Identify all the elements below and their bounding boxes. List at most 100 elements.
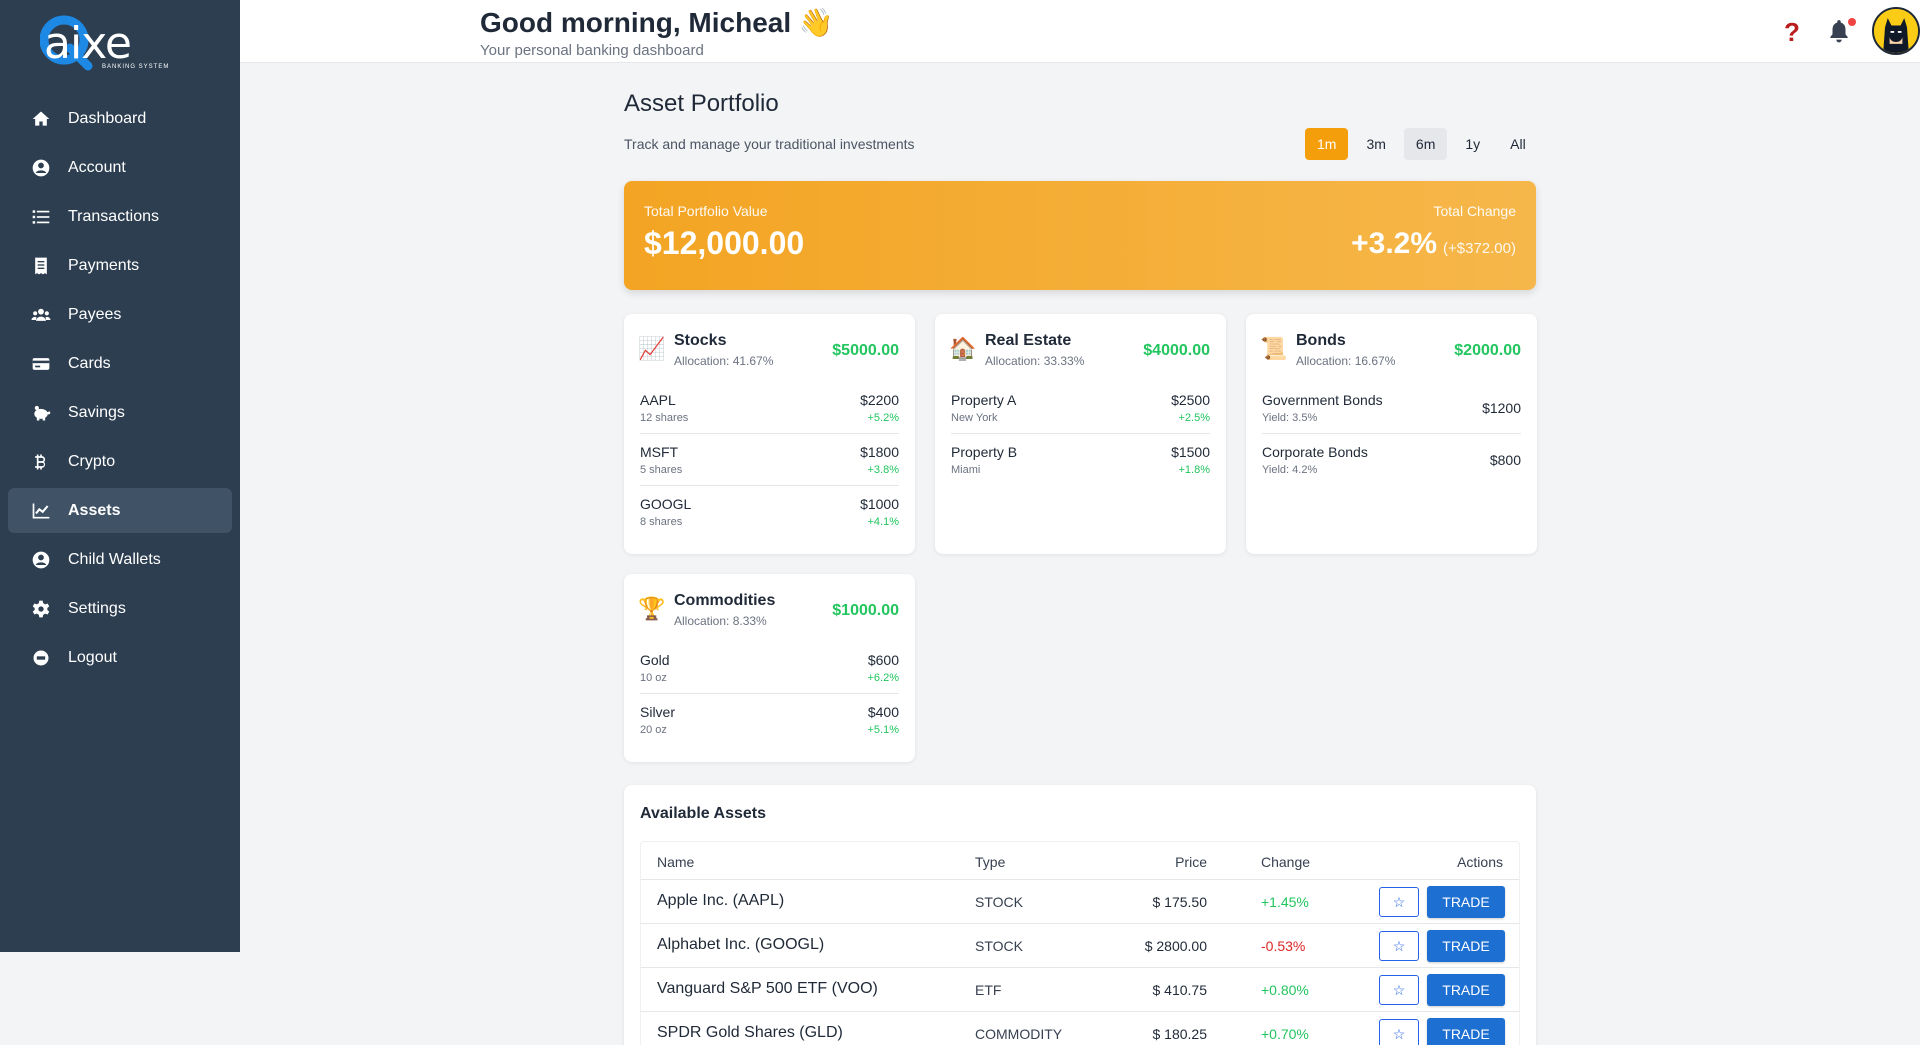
question-icon[interactable]: ? bbox=[1778, 18, 1806, 46]
sidebar-item-savings[interactable]: Savings bbox=[8, 390, 232, 435]
asset-name: SPDR Gold Shares (GLD) bbox=[657, 1024, 843, 1041]
holding-name: Property B bbox=[951, 444, 1018, 460]
holding-value: $1000 bbox=[860, 496, 899, 512]
sidebar-item-assets[interactable]: Assets bbox=[8, 488, 232, 533]
holding-detail: 12 shares bbox=[640, 412, 689, 424]
commodities-card: 🏆 Commodities Allocation: 8.33% $1000.00… bbox=[624, 574, 915, 762]
holding-row: Silver 20 oz $400 +5.1% bbox=[640, 694, 899, 746]
trophy-icon: 🏆 bbox=[638, 596, 666, 621]
holding-name: Corporate Bonds bbox=[1262, 444, 1368, 460]
holding-change: +6.2% bbox=[867, 672, 900, 684]
holding-change: +5.1% bbox=[867, 724, 900, 736]
sidebar-item-crypto[interactable]: Crypto bbox=[8, 439, 232, 484]
watchlist-star-button[interactable]: ☆ bbox=[1379, 931, 1419, 961]
sidebar-item-payees[interactable]: Payees bbox=[8, 292, 232, 337]
holding-name: GOOGL bbox=[640, 496, 692, 512]
sidebar-item-label: Assets bbox=[68, 501, 121, 519]
credit-card-icon bbox=[30, 354, 52, 374]
trade-button[interactable]: TRADE bbox=[1427, 930, 1505, 962]
greeting-subtitle: Your personal banking dashboard bbox=[480, 42, 704, 59]
holding-detail: 10 oz bbox=[640, 672, 667, 684]
holding-change: +1.8% bbox=[1178, 464, 1211, 476]
scroll-icon: 📜 bbox=[1260, 336, 1288, 361]
total-change-amount: (+$372.00) bbox=[1443, 240, 1516, 257]
sidebar-item-label: Payments bbox=[68, 256, 140, 274]
holding-detail: Yield: 4.2% bbox=[1262, 464, 1318, 476]
gear-icon bbox=[30, 599, 52, 619]
sidebar-item-payments[interactable]: Payments bbox=[8, 243, 232, 288]
sidebar-item-label: Savings bbox=[68, 403, 125, 421]
sidebar-item-cards[interactable]: Cards bbox=[8, 341, 232, 386]
real-estate-card: 🏠 Real Estate Allocation: 33.33% $4000.0… bbox=[935, 314, 1226, 554]
holding-row: Gold 10 oz $600 +6.2% bbox=[640, 642, 899, 694]
sidebar-item-label: Transactions bbox=[68, 207, 159, 225]
holding-row: GOOGL 8 shares $1000 +4.1% bbox=[640, 486, 899, 538]
holding-value: $1800 bbox=[860, 444, 899, 460]
asset-change: +0.70% bbox=[1261, 1026, 1309, 1042]
sidebar-item-label: Crypto bbox=[68, 452, 116, 470]
sidebar-item-transactions[interactable]: Transactions bbox=[8, 194, 232, 239]
holding-row: Property B Miami $1500 +1.8% bbox=[951, 434, 1210, 486]
stocks-card: 📈 Stocks Allocation: 41.67% $5000.00 AAP… bbox=[624, 314, 915, 554]
holding-change: +5.2% bbox=[867, 412, 900, 424]
asset-name: Vanguard S&P 500 ETF (VOO) bbox=[657, 980, 878, 997]
sidebar-item-logout[interactable]: Logout bbox=[8, 635, 232, 680]
page-subtitle: Track and manage your traditional invest… bbox=[624, 136, 915, 152]
watchlist-star-button[interactable]: ☆ bbox=[1379, 887, 1419, 917]
asset-name: Apple Inc. (AAPL) bbox=[657, 892, 785, 909]
piggy-bank-icon bbox=[30, 403, 52, 423]
range-all-button[interactable]: All bbox=[1498, 128, 1538, 160]
range-3m-button[interactable]: 3m bbox=[1354, 128, 1397, 160]
holding-value: $1500 bbox=[1171, 444, 1210, 460]
sidebar-item-label: Payees bbox=[68, 305, 122, 323]
asset-type: STOCK bbox=[975, 938, 1023, 954]
card-allocation: Allocation: 16.67% bbox=[1296, 354, 1396, 368]
card-allocation: Allocation: 33.33% bbox=[985, 354, 1085, 368]
table-row: Apple Inc. (AAPL) STOCK $ 175.50 +1.45% … bbox=[641, 880, 1519, 924]
card-allocation: Allocation: 41.67% bbox=[674, 354, 774, 368]
holding-name: AAPL bbox=[640, 392, 676, 408]
chart-line-icon bbox=[30, 501, 52, 521]
watchlist-star-button[interactable]: ☆ bbox=[1379, 975, 1419, 1005]
avatar[interactable] bbox=[1872, 7, 1920, 55]
holding-name: MSFT bbox=[640, 444, 679, 460]
card-total: $4000.00 bbox=[1143, 342, 1210, 359]
holding-row: AAPL 12 shares $2200 +5.2% bbox=[640, 382, 899, 434]
range-6m-button[interactable]: 6m bbox=[1403, 128, 1448, 160]
batman-avatar-icon bbox=[1874, 9, 1918, 53]
sidebar-item-label: Account bbox=[68, 158, 126, 176]
range-1y-button[interactable]: 1y bbox=[1453, 128, 1492, 160]
total-value: $12,000.00 bbox=[644, 225, 805, 261]
card-title: Commodities bbox=[674, 592, 776, 609]
trade-button[interactable]: TRADE bbox=[1427, 886, 1505, 918]
wave-icon: 👋 bbox=[798, 7, 834, 38]
total-change-label: Total Change bbox=[1433, 203, 1516, 219]
asset-price: $ 2800.00 bbox=[1144, 938, 1207, 954]
card-allocation: Allocation: 8.33% bbox=[674, 614, 767, 628]
assets-table: Name Type Price Change Actions Apple Inc… bbox=[640, 841, 1520, 1045]
sidebar-item-account[interactable]: Account bbox=[8, 145, 232, 190]
users-icon bbox=[30, 305, 52, 325]
asset-change: -0.53% bbox=[1261, 938, 1306, 954]
holding-name: Gold bbox=[640, 652, 670, 668]
user-circle-icon bbox=[30, 550, 52, 570]
available-assets-title: Available Assets bbox=[640, 805, 766, 822]
sidebar-item-dashboard[interactable]: Dashboard bbox=[8, 96, 232, 141]
time-range-selector: 1m 3m 6m 1y All bbox=[1305, 128, 1538, 160]
trade-button[interactable]: TRADE bbox=[1427, 974, 1505, 1006]
sidebar-item-child-wallets[interactable]: Child Wallets bbox=[8, 537, 232, 582]
logo-text: aixe bbox=[44, 18, 132, 69]
watchlist-star-button[interactable]: ☆ bbox=[1379, 1019, 1419, 1045]
holding-row: Government Bonds Yield: 3.5% $1200 bbox=[1262, 382, 1521, 434]
list-icon bbox=[30, 207, 52, 227]
asset-type: ETF bbox=[975, 982, 1002, 998]
available-assets-panel: Available Assets Name Type Price Change … bbox=[624, 785, 1536, 1045]
holding-detail: 8 shares bbox=[640, 516, 683, 528]
holding-row: MSFT 5 shares $1800 +3.8% bbox=[640, 434, 899, 486]
holding-detail: 5 shares bbox=[640, 464, 683, 476]
range-1m-button[interactable]: 1m bbox=[1305, 128, 1349, 160]
sidebar-item-settings[interactable]: Settings bbox=[8, 586, 232, 631]
holding-detail: Yield: 3.5% bbox=[1262, 412, 1318, 424]
trade-button[interactable]: TRADE bbox=[1427, 1018, 1505, 1045]
total-change: +3.2% (+$372.00) bbox=[1351, 227, 1516, 260]
